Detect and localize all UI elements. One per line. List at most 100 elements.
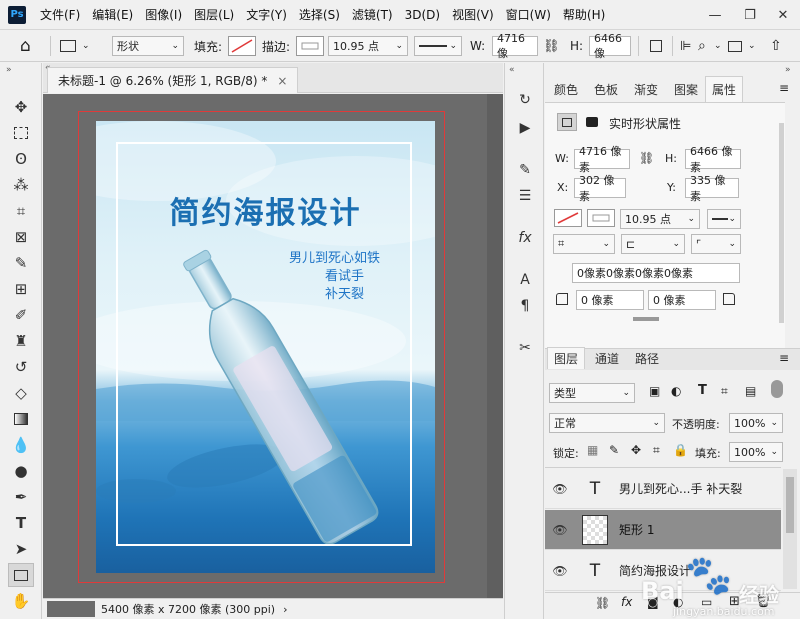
lock-artboard-icon[interactable]: ⌗	[653, 443, 660, 458]
stroke-style-select[interactable]: ⌄	[414, 36, 462, 56]
crop-tool-icon[interactable]: ⌗	[8, 199, 34, 223]
tab-swatches[interactable]: 色板	[587, 76, 625, 102]
search-icon[interactable]: ⌕	[698, 35, 706, 57]
filter-pixel-icon[interactable]: ▣	[649, 384, 660, 398]
close-button[interactable]: ✕	[768, 0, 798, 30]
panel-resize-grip[interactable]	[633, 317, 659, 321]
magic-wand-tool-icon[interactable]: ⁂	[8, 173, 34, 197]
tab-patterns[interactable]: 图案	[667, 76, 705, 102]
menu-help[interactable]: 帮助(H)	[557, 6, 611, 23]
path-alignment-icon[interactable]: ⊫	[680, 35, 691, 57]
workspace-icon[interactable]	[728, 35, 742, 57]
stroke-caps-select[interactable]: ⊏ ⌄	[621, 234, 685, 254]
collapse-icon[interactable]: »	[6, 65, 12, 75]
stroke-align-select[interactable]: ⌗ ⌄	[553, 234, 615, 254]
menu-3d[interactable]: 3D(D)	[399, 8, 446, 22]
stroke-swatch[interactable]	[296, 35, 324, 57]
zoom-field[interactable]	[47, 601, 95, 617]
height-field[interactable]: 6466 像	[589, 32, 631, 60]
filter-type-icon[interactable]: T	[698, 383, 707, 398]
fill-field[interactable]: 100% ⌄	[729, 442, 783, 462]
fill-swatch[interactable]	[228, 35, 256, 57]
lock-pixels-icon[interactable]: ✎	[609, 443, 619, 457]
menu-file[interactable]: 文件(F)	[34, 6, 86, 23]
menu-select[interactable]: 选择(S)	[293, 6, 346, 23]
filter-smart-object-icon[interactable]: ▤	[745, 384, 756, 398]
dodge-tool-icon[interactable]: ●	[8, 459, 34, 483]
character-panel-icon[interactable]: A	[513, 269, 537, 291]
filter-shape-icon[interactable]: ⌗	[721, 384, 728, 399]
path-selection-tool-icon[interactable]: ➤	[8, 537, 34, 561]
tool-mode-select[interactable]: 形状 ⌄	[112, 36, 184, 56]
tab-channels[interactable]: 通道	[587, 347, 627, 369]
gradient-tool-icon[interactable]	[8, 407, 34, 431]
brush-tool-icon[interactable]: ✐	[8, 303, 34, 327]
panel-menu-icon[interactable]: ≡	[779, 351, 789, 365]
prop-stroke-style[interactable]: ⌄	[707, 209, 741, 229]
corner-topright-field[interactable]: 0 像素	[648, 290, 716, 310]
collapse-icon[interactable]: »	[785, 65, 791, 75]
link-icon[interactable]: ⛓	[639, 151, 654, 165]
eraser-tool-icon[interactable]: ◇	[8, 381, 34, 405]
stamp-tool-icon[interactable]: ♜	[8, 329, 34, 353]
tab-layers[interactable]: 图层	[547, 347, 585, 369]
eyedropper-tool-icon[interactable]: ✎	[8, 251, 34, 275]
stroke-corners-select[interactable]: ⌜ ⌄	[691, 234, 741, 254]
prop-stroke-size[interactable]: 10.95 点 ⌄	[620, 209, 700, 229]
mask-properties-icon[interactable]	[583, 113, 601, 131]
pen-tool-icon[interactable]: ✒	[8, 485, 34, 509]
opacity-field[interactable]: 100% ⌄	[729, 413, 783, 433]
blend-mode-select[interactable]: 正常 ⌄	[549, 413, 665, 433]
stroke-size-field[interactable]: 10.95 点 ⌄	[328, 36, 408, 56]
blur-tool-icon[interactable]: 💧	[8, 433, 34, 457]
corner-topleft-field[interactable]: 0 像素	[576, 290, 644, 310]
filter-adjustment-icon[interactable]: ◐	[671, 384, 681, 398]
styles-icon[interactable]: fx	[513, 227, 537, 249]
lock-position-icon[interactable]: ✥	[631, 443, 641, 457]
marquee-tool-icon[interactable]	[8, 121, 34, 145]
properties-scrollbar[interactable]	[779, 123, 784, 323]
prop-fill-swatch[interactable]	[554, 209, 582, 230]
lock-all-icon[interactable]: 🔒	[673, 443, 688, 457]
lock-transparent-icon[interactable]: ▦	[587, 443, 598, 457]
paragraph-panel-icon[interactable]: ¶	[513, 295, 537, 317]
share-icon[interactable]: ⇧	[770, 35, 782, 57]
link-layers-icon[interactable]: ⛓	[595, 596, 610, 610]
filter-toggle[interactable]	[771, 380, 783, 398]
tab-color[interactable]: 颜色	[547, 76, 585, 102]
canvas-vertical-scrollbar[interactable]	[487, 94, 503, 598]
actions-panel-icon[interactable]: ▶	[513, 117, 537, 139]
minimize-button[interactable]: —	[700, 0, 730, 30]
visibility-eye-icon[interactable]: 👁	[545, 564, 575, 578]
move-tool-icon[interactable]: ✥	[8, 95, 34, 119]
tool-presets-icon[interactable]: ✂	[513, 337, 537, 359]
layer-filter-select[interactable]: 类型 ⌄	[549, 383, 635, 403]
restore-button[interactable]: ❐	[735, 0, 765, 30]
tab-properties[interactable]: 属性	[705, 76, 743, 102]
shape-properties-icon[interactable]	[557, 113, 577, 131]
prop-height-field[interactable]: 6466 像素	[685, 145, 741, 174]
collapse-icon[interactable]: «	[509, 65, 515, 75]
panel-menu-icon[interactable]: ≡	[779, 81, 789, 95]
hand-tool-icon[interactable]: ✋	[8, 589, 34, 613]
status-menu-arrow[interactable]: ›	[283, 603, 287, 616]
menu-type[interactable]: 文字(Y)	[240, 6, 293, 23]
home-icon[interactable]: ⌂	[20, 35, 31, 57]
adjustments-icon[interactable]: ☰	[513, 185, 537, 207]
prop-y-field[interactable]: 335 像素	[685, 174, 739, 203]
menu-view[interactable]: 视图(V)	[446, 6, 500, 23]
document-tab[interactable]: 未标题-1 @ 6.26% (矩形 1, RGB/8) * ×	[47, 67, 299, 93]
menu-image[interactable]: 图像(I)	[139, 6, 188, 23]
link-icon[interactable]: ⛓	[543, 35, 560, 57]
shape-tool-preset[interactable]: ⌄	[60, 35, 90, 57]
width-field[interactable]: 4716 像	[492, 32, 538, 60]
prop-stroke-swatch[interactable]	[587, 209, 615, 230]
menu-edit[interactable]: 编辑(E)	[86, 6, 139, 23]
visibility-eye-icon[interactable]: 👁	[545, 482, 575, 496]
rectangle-tool-icon[interactable]	[8, 563, 34, 587]
menu-layer[interactable]: 图层(L)	[188, 6, 240, 23]
menu-window[interactable]: 窗口(W)	[500, 6, 557, 23]
history-brush-tool-icon[interactable]: ↺	[8, 355, 34, 379]
brush-settings-icon[interactable]: ✎	[513, 159, 537, 181]
fx-icon[interactable]: fx	[621, 595, 632, 609]
